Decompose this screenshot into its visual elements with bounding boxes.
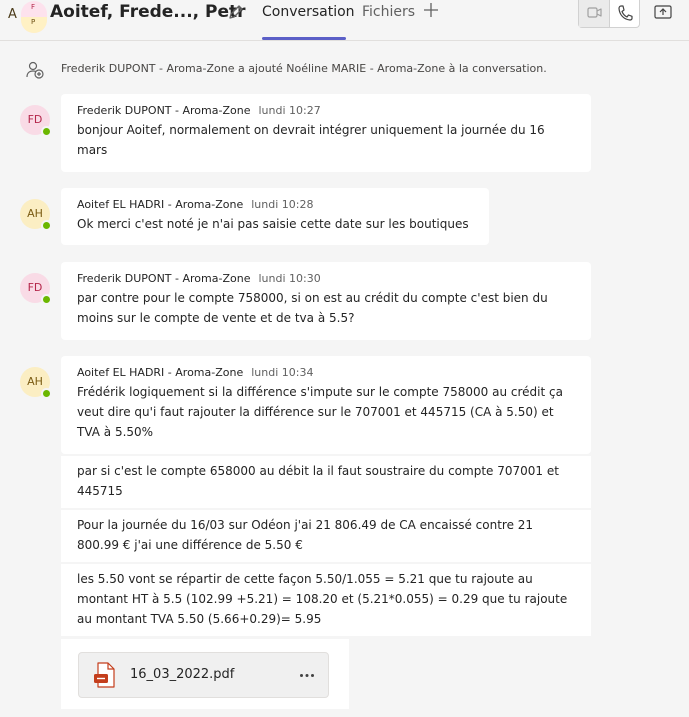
- message-line: Frédérik logiquement si la différence s'…: [77, 385, 563, 399]
- message-text: Ok merci c'est noté je n'ai pas saisie c…: [77, 214, 473, 234]
- group-avatar-initial: A: [8, 7, 17, 22]
- active-tab-indicator: [262, 37, 346, 40]
- message-line: montant HT à 5.5 (102.99 +5.21) = 108.20…: [77, 592, 568, 606]
- chat-header: A F P Aoitef, Frede..., Petr Conversatio…: [0, 0, 689, 41]
- message-line: bonjour Aoitef, normalement on devrait i…: [77, 123, 545, 137]
- message-sender: Aoitef EL HADRI - Aroma-Zone: [77, 198, 244, 211]
- presence-available-icon: [41, 220, 52, 231]
- message-line: Pour la journée du 16/03 sur Odéon j'ai …: [77, 518, 534, 532]
- pdf-file-icon: [94, 662, 115, 688]
- message-meta: Frederik DUPONT - Aroma-Zone lundi 10:27: [77, 104, 575, 118]
- tab-conversation[interactable]: Conversation: [262, 4, 355, 20]
- video-camera-icon: [587, 7, 602, 18]
- presence-available-icon: [41, 294, 52, 305]
- message-line: veut dire qu'i faut rajouter la différen…: [77, 405, 554, 419]
- edit-pencil-icon[interactable]: [227, 3, 245, 21]
- avatar[interactable]: FD: [20, 273, 52, 305]
- message-line: mars: [77, 143, 108, 157]
- call-button-group: [578, 0, 640, 28]
- presence-available-icon: [41, 126, 52, 137]
- system-message: Frederik DUPONT - Aroma-Zone a ajouté No…: [61, 62, 547, 75]
- message-continuation[interactable]: Pour la journée du 16/03 sur Odéon j'ai …: [61, 510, 591, 562]
- message-line: TVA à 5.50%: [77, 425, 154, 439]
- avatar[interactable]: AH: [20, 199, 52, 231]
- add-tab-plus-icon[interactable]: [423, 2, 439, 18]
- message-bubble[interactable]: Frederik DUPONT - Aroma-Zone lundi 10:30 …: [61, 262, 591, 340]
- phone-call-icon[interactable]: [617, 4, 633, 22]
- message-line: 800.99 € j'ai une différence de 5.50 €: [77, 538, 303, 552]
- message-continuation[interactable]: par si c'est le compte 658000 au débit l…: [61, 456, 591, 508]
- group-avatar-sub-bottom: P: [31, 18, 36, 26]
- group-avatar[interactable]: A F P: [4, 1, 47, 33]
- message-time: lundi 10:27: [258, 104, 321, 117]
- message-bubble[interactable]: Aoitef EL HADRI - Aroma-Zone lundi 10:28 …: [61, 188, 489, 245]
- message-text: bonjour Aoitef, normalement on devrait i…: [77, 120, 575, 160]
- group-avatar-stack: F P: [21, 1, 47, 33]
- message-line: par contre pour le compte 758000, si on …: [77, 291, 548, 305]
- video-call-button[interactable]: [579, 0, 609, 27]
- message-line: au montant TVA 5.50 (5.66+0.29)= 5.95: [77, 612, 322, 626]
- chat-title: Aoitef, Frede..., Petr: [50, 2, 246, 22]
- more-options-icon[interactable]: [299, 673, 315, 678]
- avatar-initials: AH: [27, 375, 43, 388]
- message-continuation[interactable]: les 5.50 vont se répartir de cette façon…: [61, 564, 591, 636]
- file-attachment-card[interactable]: 16_03_2022.pdf: [78, 652, 329, 698]
- message-sender: Aoitef EL HADRI - Aroma-Zone: [77, 366, 244, 379]
- person-added-icon: [26, 61, 44, 79]
- attachment-filename: 16_03_2022.pdf: [130, 667, 235, 682]
- message-meta: Frederik DUPONT - Aroma-Zone lundi 10:30: [77, 272, 575, 286]
- avatar-initials: AH: [27, 207, 43, 220]
- avatar-initials: FD: [27, 281, 43, 294]
- group-avatar-sub-top: F: [31, 3, 36, 11]
- message-line: par si c'est le compte 658000 au débit l…: [77, 464, 559, 478]
- message-sender: Frederik DUPONT - Aroma-Zone: [77, 272, 251, 285]
- message-bubble[interactable]: Frederik DUPONT - Aroma-Zone lundi 10:27 …: [61, 94, 591, 172]
- message-bubble[interactable]: Aoitef EL HADRI - Aroma-Zone lundi 10:34 …: [61, 356, 591, 454]
- avatar[interactable]: AH: [20, 367, 52, 399]
- message-time: lundi 10:34: [251, 366, 314, 379]
- avatar-initials: FD: [27, 113, 43, 126]
- message-text: Frédérik logiquement si la différence s'…: [77, 382, 575, 442]
- message-meta: Aoitef EL HADRI - Aroma-Zone lundi 10:28: [77, 198, 473, 212]
- message-time: lundi 10:30: [258, 272, 321, 285]
- screen-share-icon[interactable]: [654, 4, 672, 20]
- message-line: moins sur le compte de vente et de tva à…: [77, 311, 355, 325]
- message-line: Ok merci c'est noté je n'ai pas saisie c…: [77, 217, 469, 231]
- tab-files[interactable]: Fichiers: [362, 4, 415, 20]
- message-text: par contre pour le compte 758000, si on …: [77, 288, 575, 328]
- message-sender: Frederik DUPONT - Aroma-Zone: [77, 104, 251, 117]
- message-meta: Aoitef EL HADRI - Aroma-Zone lundi 10:34: [77, 366, 575, 380]
- message-time: lundi 10:28: [251, 198, 314, 211]
- message-line: 445715: [77, 484, 123, 498]
- message-line: les 5.50 vont se répartir de cette façon…: [77, 572, 533, 586]
- avatar[interactable]: FD: [20, 105, 52, 137]
- attachment-message: 16_03_2022.pdf: [61, 639, 349, 709]
- presence-available-icon: [41, 388, 52, 399]
